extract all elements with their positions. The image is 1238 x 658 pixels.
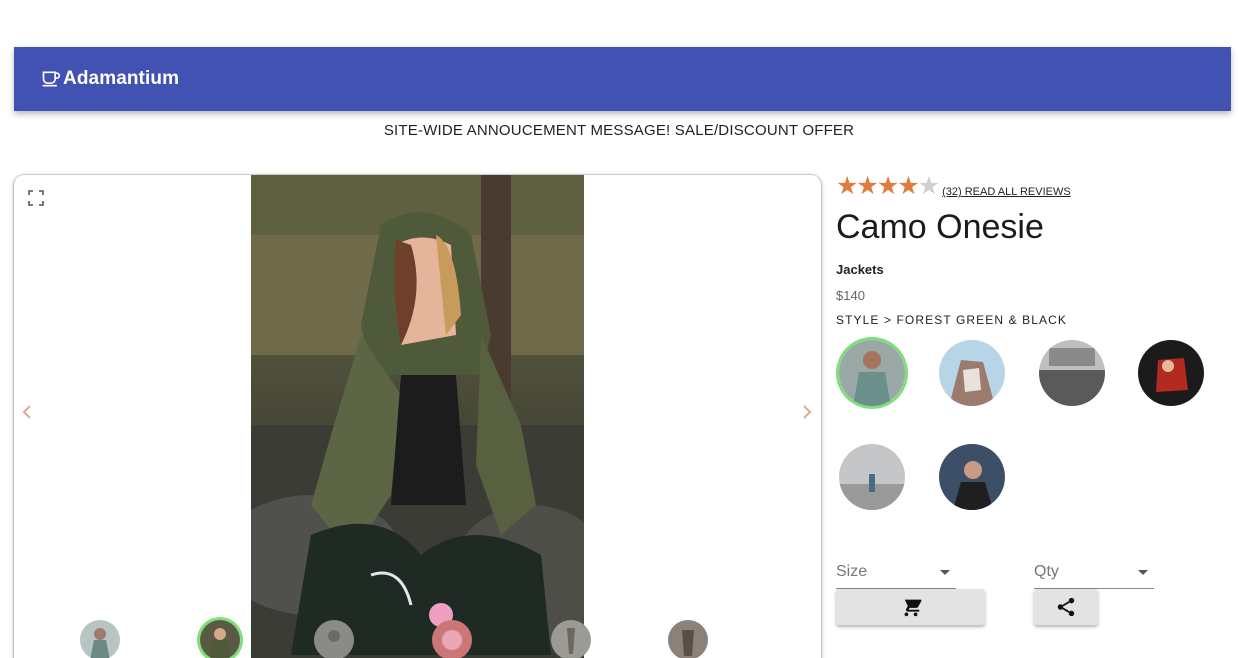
brand-name[interactable]: Adamantium <box>63 68 179 90</box>
style-swatch[interactable] <box>1039 340 1105 406</box>
image-gallery <box>14 175 821 658</box>
caret-down-icon <box>1138 570 1148 575</box>
style-swatch[interactable] <box>939 444 1005 510</box>
chevron-left-icon[interactable] <box>20 403 34 421</box>
style-label: STYLE > FOREST GREEN & BLACK <box>836 313 1067 327</box>
caret-down-icon <box>940 570 950 575</box>
app-header: Adamantium <box>14 47 1231 111</box>
fullscreen-icon[interactable] <box>28 190 44 206</box>
thumbnail[interactable] <box>432 620 472 658</box>
read-reviews-link[interactable]: (32) READ ALL REVIEWS <box>942 186 1071 198</box>
main-product-image[interactable] <box>251 175 584 658</box>
thumbnail[interactable] <box>314 620 354 658</box>
style-swatch[interactable] <box>839 444 905 510</box>
qty-select[interactable]: Qty <box>1034 560 1154 589</box>
star-rating: ★ ★ ★ ★ ★ (32) READ ALL REVIEWS <box>836 172 1071 200</box>
chevron-right-icon[interactable] <box>800 403 814 421</box>
share-icon <box>1057 597 1075 617</box>
star-icon: ★ <box>856 172 879 200</box>
thumbnail-strip <box>14 595 821 658</box>
announcement-banner: SITE-WIDE ANNOUCEMENT MESSAGE! SALE/DISC… <box>383 122 855 139</box>
thumbnail[interactable] <box>200 620 240 658</box>
coffee-cup-icon <box>42 71 61 87</box>
size-select[interactable]: Size <box>836 560 956 589</box>
thumbnail[interactable] <box>80 620 120 658</box>
qty-select-label: Qty <box>1034 563 1059 580</box>
star-icon: ★ <box>836 172 859 200</box>
style-swatch[interactable] <box>839 340 905 406</box>
star-icon: ★ <box>897 172 920 200</box>
product-price: $140 <box>836 288 865 303</box>
size-select-label: Size <box>836 563 868 580</box>
product-title: Camo Onesie <box>836 208 1044 246</box>
style-swatch[interactable] <box>939 340 1005 406</box>
style-swatch[interactable] <box>1138 340 1204 406</box>
share-button[interactable] <box>1034 589 1098 625</box>
star-icon: ★ <box>876 172 900 200</box>
product-category: Jackets <box>836 262 884 277</box>
thumbnail[interactable] <box>668 620 708 658</box>
thumbnail[interactable] <box>551 620 591 658</box>
cart-icon <box>900 597 921 617</box>
star-icon: ★ <box>917 172 941 200</box>
add-to-cart-button[interactable] <box>836 589 985 625</box>
